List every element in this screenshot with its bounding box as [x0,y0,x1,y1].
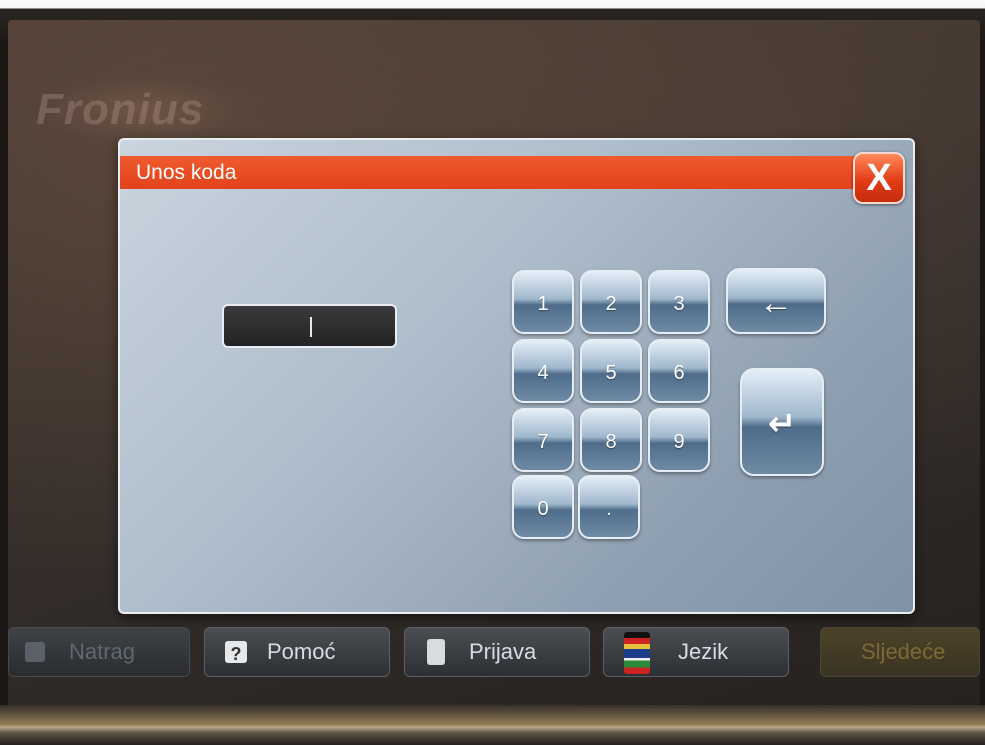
login-label: Prijava [469,639,537,664]
key-9[interactable]: 9 [648,408,710,472]
dialog-titlebar: Unos koda [120,156,858,189]
enter-icon: ↵ [767,405,797,443]
key-icon [427,639,445,665]
fronius-logo: Fronius [36,75,246,145]
device-bezel-bottom [0,705,985,745]
home-icon [25,642,45,662]
language-button[interactable]: Jezik [603,627,789,677]
key-1[interactable]: 1 [512,270,574,334]
key-6[interactable]: 6 [648,339,710,403]
key-label: 6 [673,362,685,384]
key-decimal-point[interactable]: . [578,475,640,539]
key-label: 3 [673,293,685,315]
enter-button[interactable]: ↵ [740,368,824,476]
help-button[interactable]: ? Pomoć [204,627,390,677]
key-label: 5 [605,362,617,384]
key-label: 9 [673,431,685,453]
key-label: 8 [605,431,617,453]
backspace-button[interactable]: ← [726,268,826,334]
key-label: 4 [537,362,549,384]
flags-icon [624,632,650,674]
key-label: 1 [537,293,549,315]
key-5[interactable]: 5 [580,339,642,403]
help-label: Pomoć [267,639,336,664]
back-label: Natrag [69,639,136,664]
help-icon: ? [225,641,247,664]
code-input[interactable] [222,304,397,348]
brand-text: Fronius [36,85,205,134]
code-entry-dialog: Unos koda X 1 2 3 4 5 6 7 8 9 0 . ← ↵ [118,138,915,614]
key-7[interactable]: 7 [512,408,574,472]
close-icon: X [866,157,892,199]
key-0[interactable]: 0 [512,475,574,539]
login-button[interactable]: Prijava [404,627,590,677]
key-2[interactable]: 2 [580,270,642,334]
close-button[interactable]: X [853,152,905,204]
next-label: Sljedeće [861,639,946,664]
key-label: 7 [537,431,549,453]
backspace-icon: ← [759,284,793,322]
key-label: . [606,498,612,520]
key-label: 2 [605,293,617,315]
key-4[interactable]: 4 [512,339,574,403]
text-caret [310,317,312,337]
language-label: Jezik [678,639,729,664]
dialog-title: Unos koda [136,161,237,184]
back-button[interactable]: Natrag [8,627,190,677]
key-label: 0 [537,498,549,520]
next-button[interactable]: Sljedeće [820,627,980,677]
key-3[interactable]: 3 [648,270,710,334]
key-8[interactable]: 8 [580,408,642,472]
